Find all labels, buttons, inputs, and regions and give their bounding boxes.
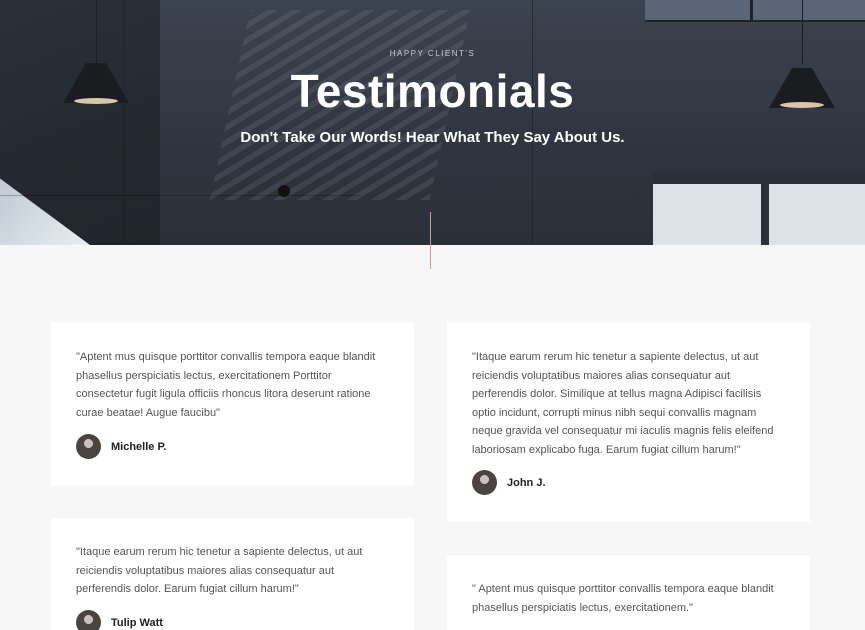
testimonial-quote: " Aptent mus quisque porttitor convallis… [472,583,774,614]
hero-shelf-line [0,195,360,196]
avatar [76,610,101,630]
hero-cable [124,0,125,245]
avatar [76,434,101,459]
author-name: Michelle P. [111,440,167,453]
testimonial-author: John J. [472,470,546,495]
author-name: Tulip Watt [111,616,163,629]
testimonial-card: "Itaque earum rerum hic tenetur a sapien… [51,518,414,630]
hero-banner: HAPPY CLIENT'S Testimonials Don't Take O… [0,0,865,245]
hero-skylight [645,0,865,22]
avatar [472,470,497,495]
testimonial-quote: "Itaque earum rerum hic tenetur a sapien… [472,351,774,456]
testimonial-card: "Itaque earum rerum hic tenetur a sapien… [447,322,810,522]
testimonial-card: "Aptent mus quisque porttitor convallis … [51,322,414,486]
testimonial-author: Tulip Watt [76,610,163,630]
author-name: John J. [507,476,546,489]
testimonial-quote: "Aptent mus quisque porttitor convallis … [76,351,376,419]
hero-window [653,172,865,245]
testimonial-author: Michelle P. [76,434,166,459]
page-subtitle: Don't Take Our Words! Hear What They Say… [240,129,625,146]
section-divider [430,212,431,269]
hero-wall-fixture [278,185,290,197]
page-title: Testimonials [290,65,575,117]
testimonial-quote: "Itaque earum rerum hic tenetur a sapien… [76,546,363,596]
section-eyebrow: HAPPY CLIENT'S [389,49,476,58]
hero-cable [532,0,533,245]
testimonial-card: " Aptent mus quisque porttitor convallis… [447,556,810,630]
